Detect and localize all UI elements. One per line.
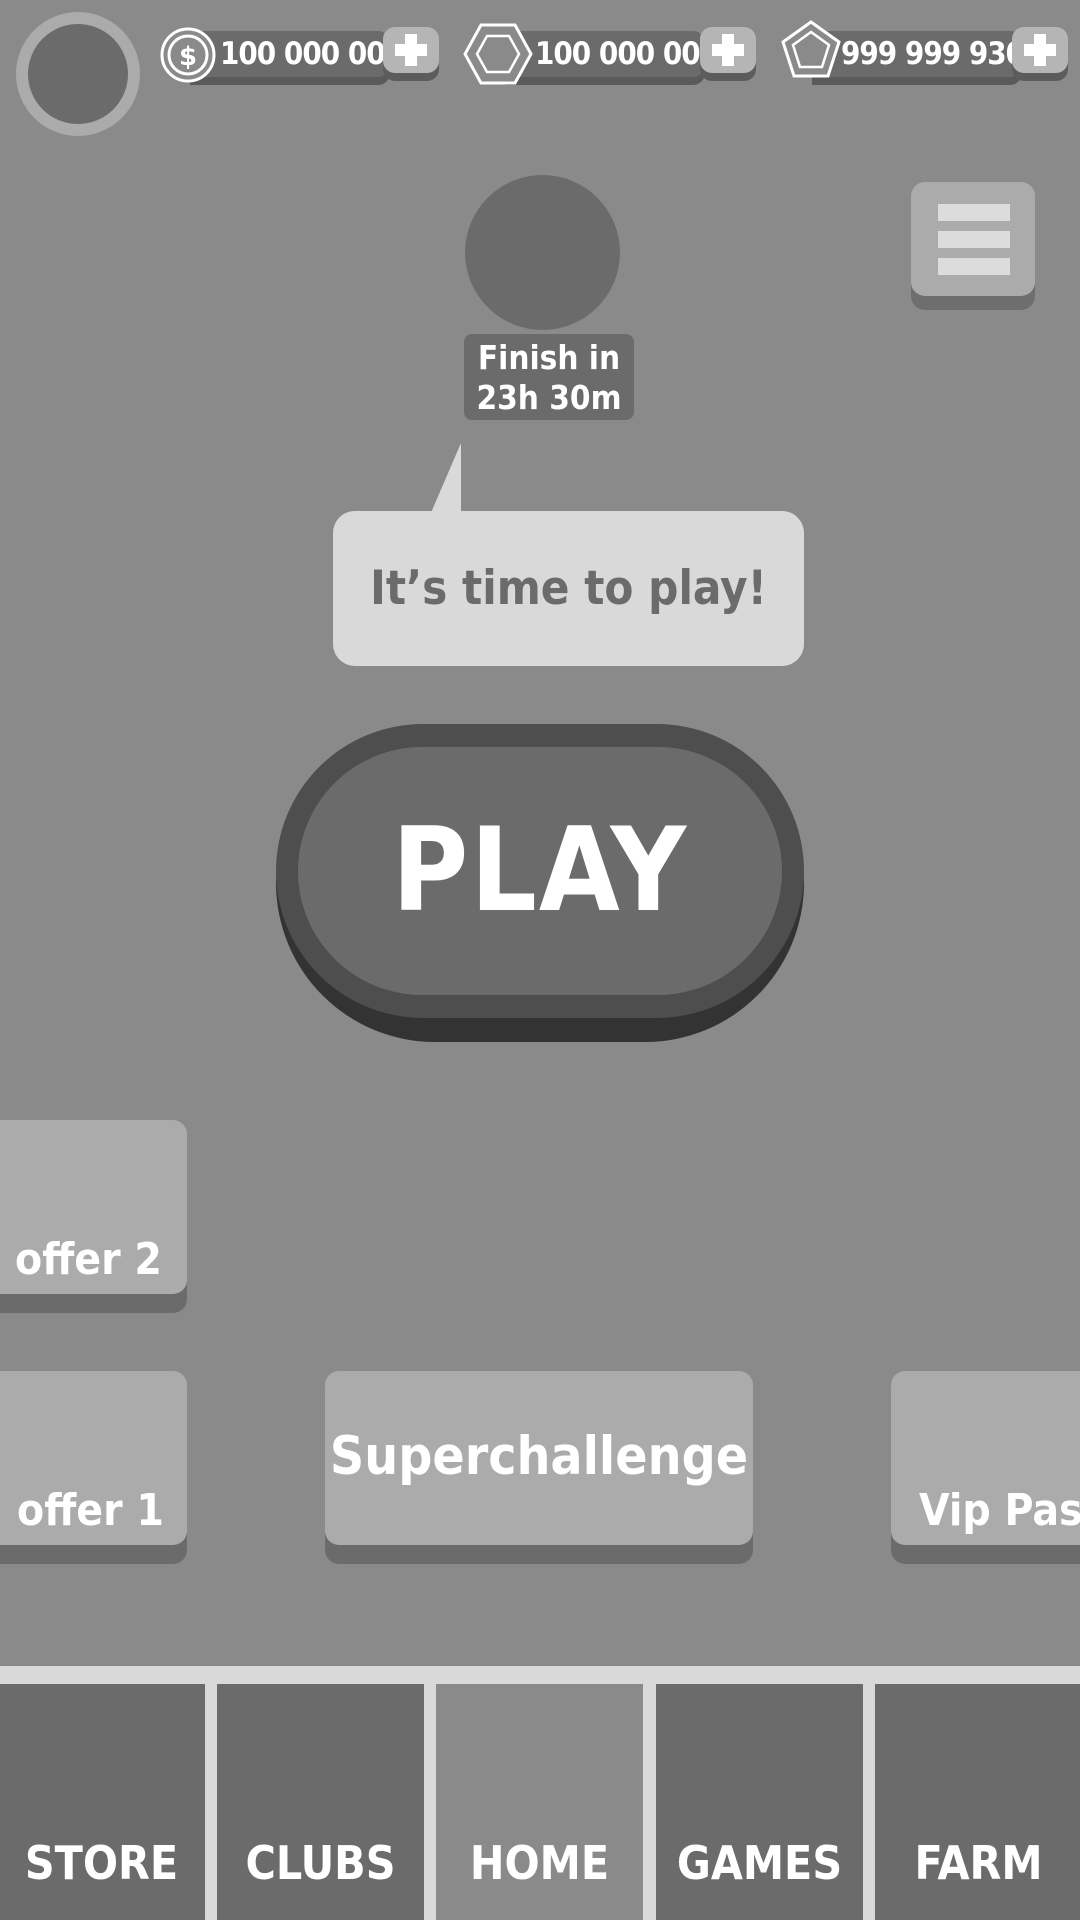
speech-bubble: It’s time to play! xyxy=(333,511,804,666)
superchallenge-label: Superchallenge xyxy=(329,1426,749,1487)
event-timer: Finish in 23h 30m xyxy=(464,334,634,420)
player-avatar[interactable] xyxy=(16,12,140,136)
pentagon-icon xyxy=(781,20,841,78)
play-label: PLAY xyxy=(391,803,689,938)
nav-farm[interactable]: FARM xyxy=(875,1684,1080,1920)
plus-icon xyxy=(712,34,744,66)
bubble-text: It’s time to play! xyxy=(370,561,767,616)
nav-games[interactable]: GAMES xyxy=(656,1684,863,1920)
offer-2-tile[interactable]: offer 2 xyxy=(0,1120,187,1294)
nav-home-label: HOME xyxy=(469,1836,610,1890)
hexagon-gem-icon xyxy=(463,23,533,85)
nav-farm-label: FARM xyxy=(914,1836,1043,1890)
vip-pass-label: Vip Pass xyxy=(919,1485,1080,1536)
timer-label: Finish in xyxy=(477,338,621,377)
svg-text:$: $ xyxy=(179,42,197,72)
nav-clubs[interactable]: CLUBS xyxy=(217,1684,424,1920)
gems-value: 100 000 000 xyxy=(535,36,719,72)
vip-pass-tile[interactable]: Vip Pass xyxy=(891,1371,1080,1545)
superchallenge-tile[interactable]: Superchallenge xyxy=(325,1371,753,1545)
nav-clubs-label: CLUBS xyxy=(245,1836,396,1890)
nav-games-label: GAMES xyxy=(676,1836,843,1890)
nav-home[interactable]: HOME xyxy=(436,1684,643,1920)
pentagons-value: 999 999 930 xyxy=(841,36,1025,72)
menu-button[interactable] xyxy=(911,182,1035,296)
offer-1-label: offer 1 xyxy=(17,1485,164,1536)
plus-icon xyxy=(1024,34,1056,66)
nav-store-label: STORE xyxy=(24,1836,179,1890)
nav-store[interactable]: STORE xyxy=(0,1684,205,1920)
event-icon[interactable] xyxy=(465,175,620,330)
offer-2-label: offer 2 xyxy=(15,1234,162,1285)
dollar-coin-icon: $ xyxy=(160,27,216,83)
timer-value: 23h 30m xyxy=(476,378,622,417)
bubble-tail xyxy=(430,443,461,515)
gems-counter: 100 000 000 xyxy=(505,31,719,77)
bottom-nav: STORE CLUBS HOME GAMES FARM xyxy=(0,1666,1080,1920)
add-coins-button[interactable] xyxy=(383,27,439,73)
add-gems-button[interactable] xyxy=(700,27,756,73)
plus-icon xyxy=(395,34,427,66)
play-button[interactable]: PLAY xyxy=(298,747,782,995)
offer-1-tile[interactable]: offer 1 xyxy=(0,1371,187,1545)
coins-value: 100 000 000 xyxy=(220,36,404,72)
add-pentagons-button[interactable] xyxy=(1012,27,1068,73)
coins-counter: 100 000 000 xyxy=(190,31,404,77)
pentagons-counter: 999 999 930 xyxy=(812,31,1025,77)
